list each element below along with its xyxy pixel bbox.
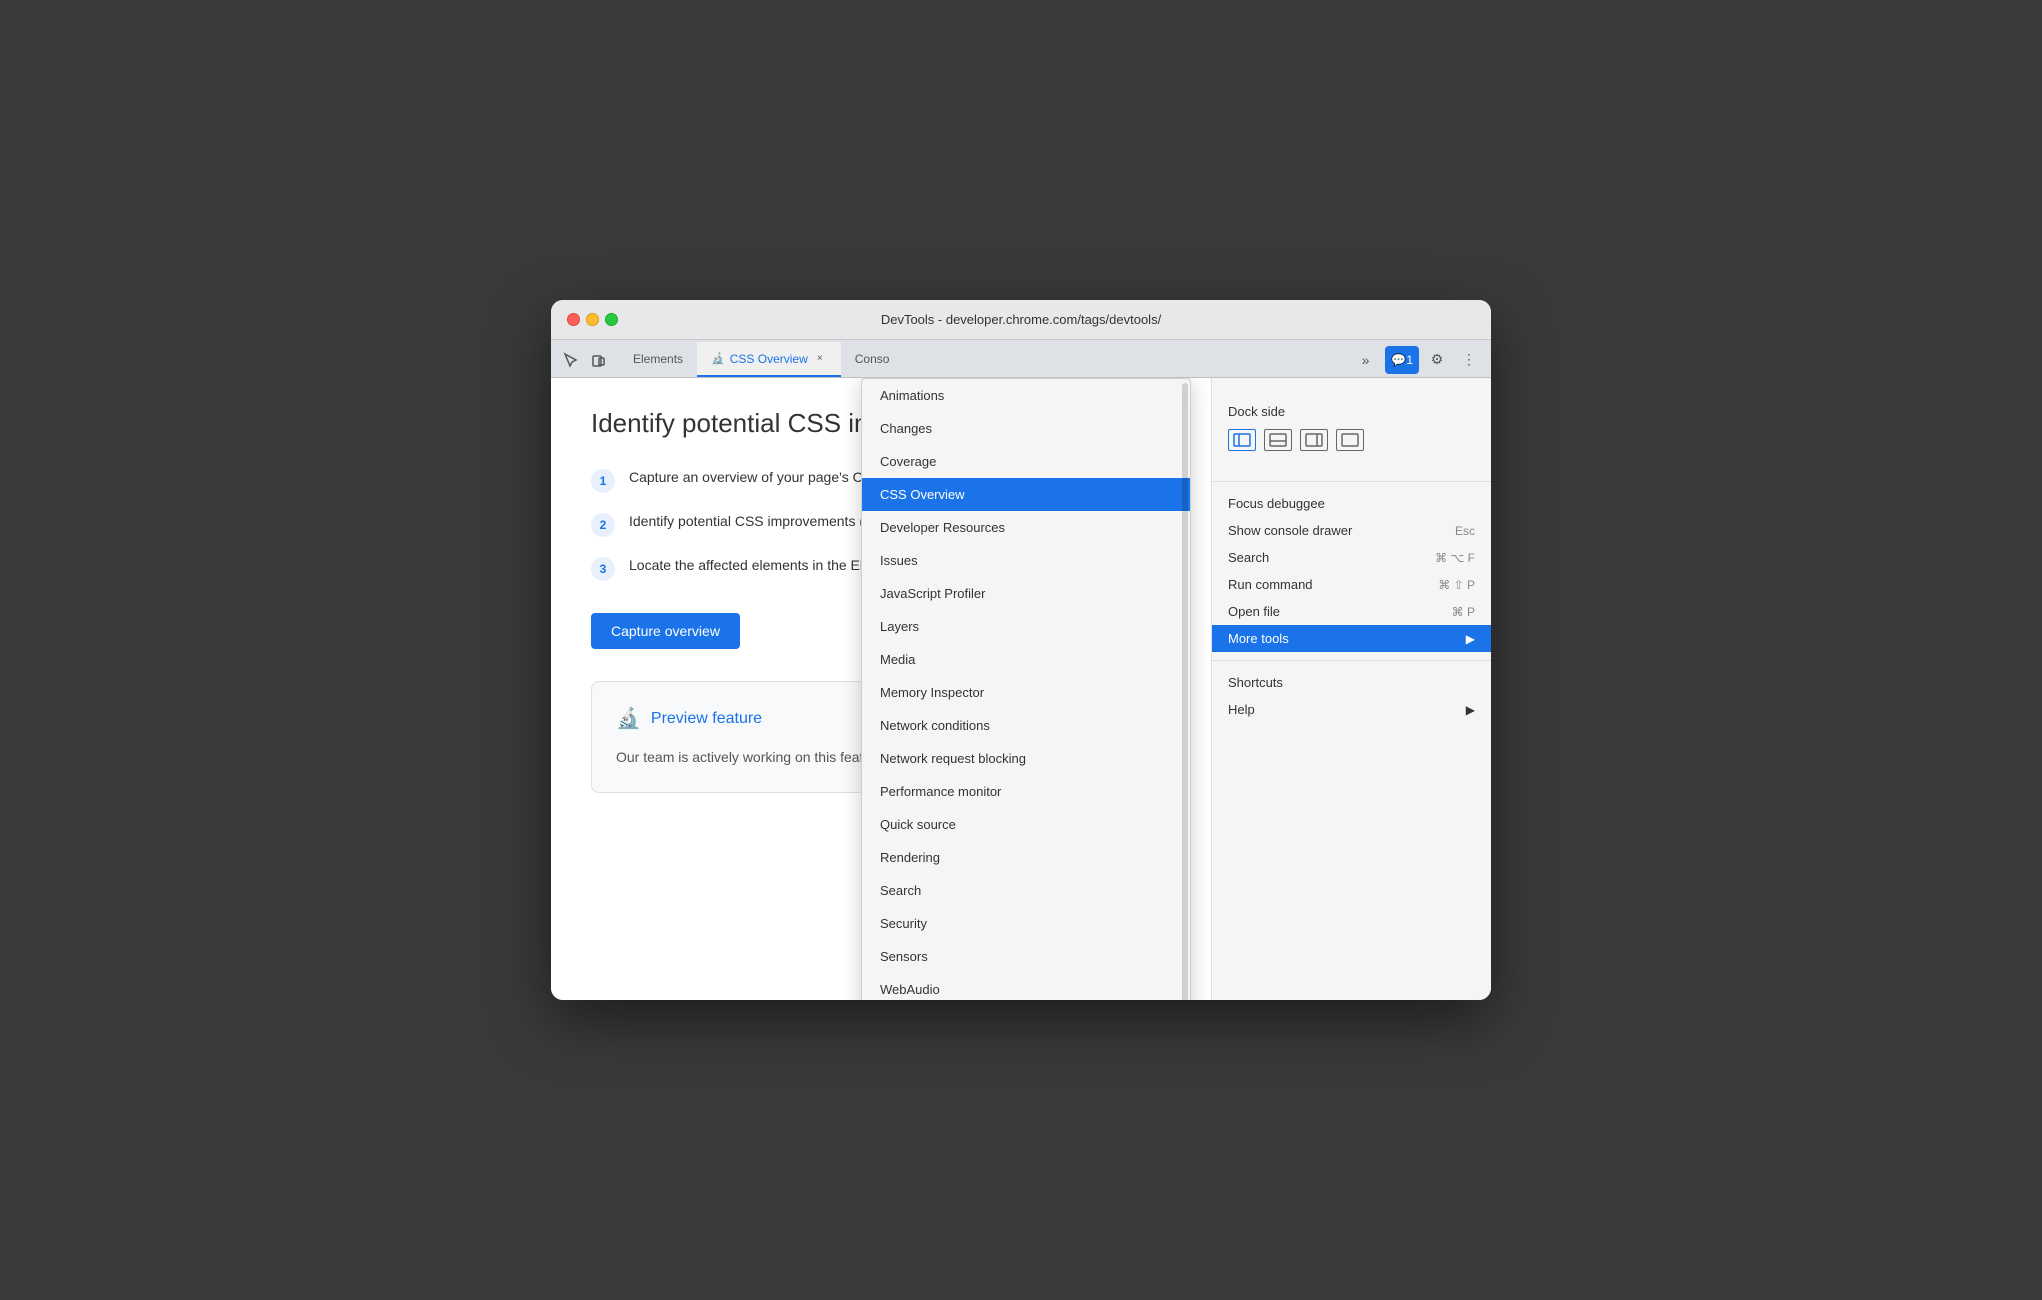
maximize-button[interactable] — [605, 313, 618, 326]
dock-icons — [1228, 429, 1475, 451]
more-options-button[interactable]: ⋮ — [1455, 346, 1483, 374]
tabs-container: Elements 🔬 CSS Overview × Conso — [619, 342, 1354, 377]
dropdown-item-network-conditions[interactable]: Network conditions — [862, 709, 1190, 742]
dropdown-item-rendering[interactable]: Rendering — [862, 841, 1190, 874]
device-toolbar-button[interactable] — [587, 348, 611, 372]
dropdown-item-javascript-profiler[interactable]: JavaScript Profiler — [862, 577, 1190, 610]
step-3-number: 3 — [591, 557, 615, 581]
tab-controls — [551, 342, 619, 377]
right-menu-search[interactable]: Search ⌘ ⌥ F — [1212, 544, 1491, 571]
content-panel: Identify potential CSS improvemer 1 Capt… — [551, 378, 1211, 1000]
divider-1 — [1212, 481, 1491, 482]
dropdown-item-issues[interactable]: Issues — [862, 544, 1190, 577]
right-panel: Dock side — [1211, 378, 1491, 1000]
more-tools-arrow-icon: ▶ — [1466, 632, 1475, 646]
tab-actions: 💬 1 ⚙ ⋮ — [1377, 342, 1491, 377]
right-menu-more-tools[interactable]: More tools ▶ — [1212, 625, 1491, 652]
dock-left-icon[interactable] — [1228, 429, 1256, 451]
console-messages-badge[interactable]: 💬 1 — [1385, 346, 1419, 374]
more-tabs-button[interactable]: » — [1354, 342, 1378, 377]
dock-bottom-icon[interactable] — [1264, 429, 1292, 451]
dock-label: Dock side — [1228, 404, 1475, 419]
dropdown-item-quick-source[interactable]: Quick source — [862, 808, 1190, 841]
right-menu-run-command[interactable]: Run command ⌘ ⇧ P — [1212, 571, 1491, 598]
tab-css-overview[interactable]: 🔬 CSS Overview × — [697, 342, 841, 377]
tab-console[interactable]: Conso — [841, 342, 904, 377]
step-2-number: 2 — [591, 513, 615, 537]
divider-2 — [1212, 660, 1491, 661]
close-tab-button[interactable]: × — [813, 352, 827, 366]
right-menu-help[interactable]: Help ▶ — [1212, 696, 1491, 723]
dropdown-item-search[interactable]: Search — [862, 874, 1190, 907]
right-menu-show-console-drawer[interactable]: Show console drawer Esc — [1212, 517, 1491, 544]
step-1-number: 1 — [591, 469, 615, 493]
right-menu-open-file[interactable]: Open file ⌘ P — [1212, 598, 1491, 625]
step-1-text: Capture an overview of your page's CSS — [629, 467, 881, 488]
minimize-button[interactable] — [586, 313, 599, 326]
dropdown-scrollbar[interactable] — [1182, 383, 1188, 1000]
more-tools-dropdown: Animations Changes Coverage CSS Overview… — [861, 378, 1191, 1000]
settings-button[interactable]: ⚙ — [1423, 346, 1451, 374]
right-menu-focus-debuggee[interactable]: Focus debuggee — [1212, 490, 1491, 517]
main-area: Identify potential CSS improvemer 1 Capt… — [551, 378, 1491, 1000]
dropdown-item-css-overview[interactable]: CSS Overview — [862, 478, 1190, 511]
dropdown-item-layers[interactable]: Layers — [862, 610, 1190, 643]
dropdown-item-media[interactable]: Media — [862, 643, 1190, 676]
right-menu-shortcuts[interactable]: Shortcuts — [1212, 669, 1491, 696]
tab-bar: Elements 🔬 CSS Overview × Conso » 💬 1 ⚙ … — [551, 340, 1491, 378]
inspect-element-button[interactable] — [559, 348, 583, 372]
badge-icon: 💬 — [1391, 353, 1406, 367]
dropdown-item-memory-inspector[interactable]: Memory Inspector — [862, 676, 1190, 709]
help-arrow-icon: ▶ — [1466, 703, 1475, 717]
dropdown-item-security[interactable]: Security — [862, 907, 1190, 940]
dropdown-item-developer-resources[interactable]: Developer Resources — [862, 511, 1190, 544]
dropdown-item-network-request-blocking[interactable]: Network request blocking — [862, 742, 1190, 775]
dropdown-item-coverage[interactable]: Coverage — [862, 445, 1190, 478]
window-title: DevTools - developer.chrome.com/tags/dev… — [881, 312, 1161, 327]
preview-icon: 🔬 — [616, 706, 641, 731]
dock-right-icon[interactable] — [1300, 429, 1328, 451]
tab-flask-icon: 🔬 — [711, 352, 725, 365]
title-bar: DevTools - developer.chrome.com/tags/dev… — [551, 300, 1491, 340]
devtools-window: DevTools - developer.chrome.com/tags/dev… — [551, 300, 1491, 1000]
dropdown-item-performance-monitor[interactable]: Performance monitor — [862, 775, 1190, 808]
capture-overview-button[interactable]: Capture overview — [591, 613, 740, 649]
dock-undocked-icon[interactable] — [1336, 429, 1364, 451]
dropdown-item-webaudio[interactable]: WebAudio — [862, 973, 1190, 1000]
dropdown-item-sensors[interactable]: Sensors — [862, 940, 1190, 973]
step-3-text: Locate the affected elements in the Elem… — [629, 555, 890, 576]
preview-title: Preview feature — [651, 710, 762, 728]
dock-side-section: Dock side — [1212, 394, 1491, 461]
traffic-lights — [567, 313, 618, 326]
tab-elements[interactable]: Elements — [619, 342, 697, 377]
dropdown-item-animations[interactable]: Animations — [862, 379, 1190, 412]
close-button[interactable] — [567, 313, 580, 326]
dropdown-item-changes[interactable]: Changes — [862, 412, 1190, 445]
